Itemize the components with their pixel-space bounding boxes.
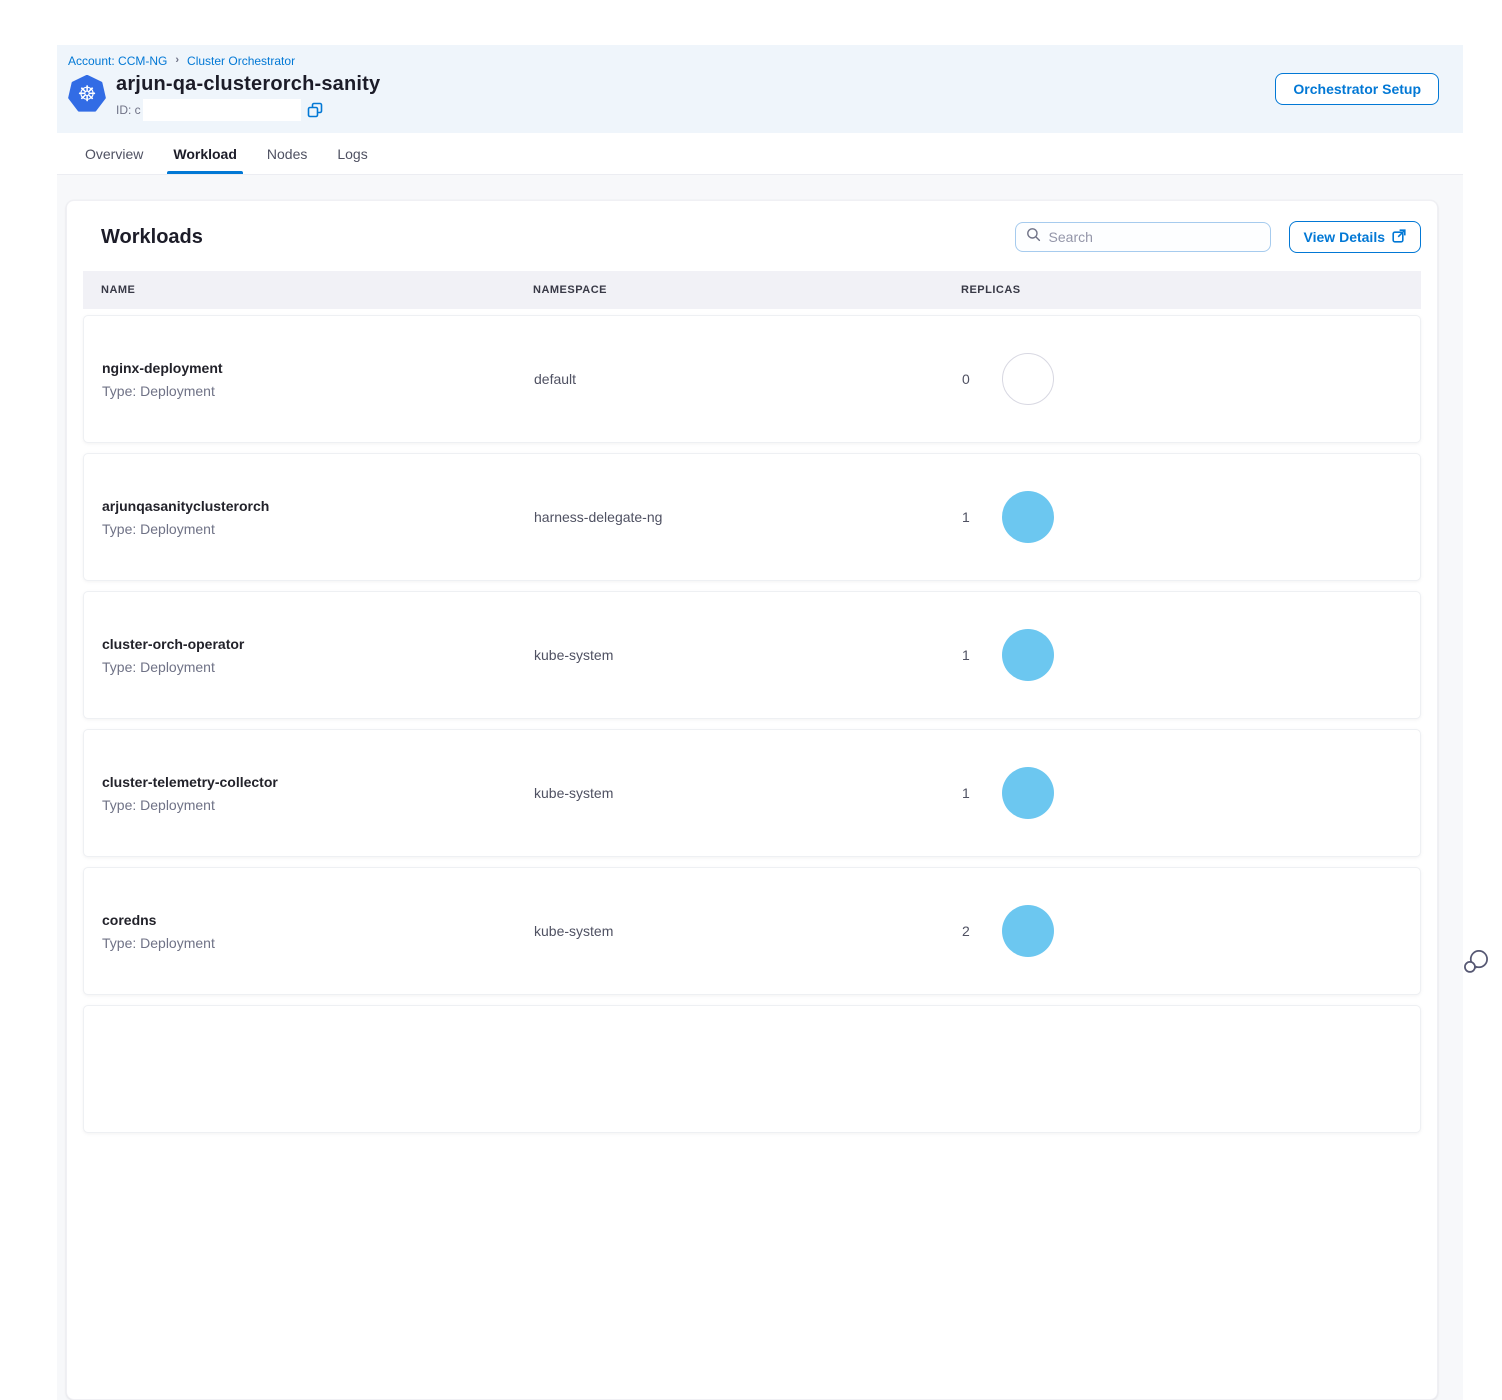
replica-count: 2: [962, 923, 970, 939]
breadcrumb-chevron-icon: ›: [175, 54, 179, 66]
workload-type: Type: Deployment: [102, 797, 534, 813]
workload-namespace: kube-system: [534, 923, 962, 939]
workload-namespace: default: [534, 371, 962, 387]
app-frame: Account: CCM-NG › Cluster Orchestrator ☸…: [57, 45, 1463, 1036]
workload-name: cluster-orch-operator: [102, 636, 534, 652]
search-box[interactable]: [1015, 222, 1271, 252]
tab-bar: Overview Workload Nodes Logs: [57, 133, 1463, 175]
breadcrumb: Account: CCM-NG › Cluster Orchestrator: [68, 54, 1439, 68]
table-row[interactable]: nginx-deployment Type: Deployment defaul…: [83, 315, 1421, 443]
workload-type: Type: Deployment: [102, 383, 534, 399]
workload-type: Type: Deployment: [102, 521, 534, 537]
table-row-partial[interactable]: [83, 1005, 1421, 1133]
workload-name: arjunqasanityclusterorch: [102, 498, 534, 514]
orchestrator-setup-button[interactable]: Orchestrator Setup: [1275, 73, 1439, 105]
content-area: Workloads View Details: [57, 175, 1463, 1400]
column-header-name: NAME: [83, 284, 533, 296]
external-link-icon: [1392, 229, 1406, 246]
replica-status-circle: [1002, 353, 1054, 405]
table-row[interactable]: arjunqasanityclusterorch Type: Deploymen…: [83, 453, 1421, 581]
workloads-title: Workloads: [101, 226, 203, 249]
table-header: NAME NAMESPACE REPLICAS: [83, 271, 1421, 309]
cluster-header: Account: CCM-NG › Cluster Orchestrator ☸…: [57, 45, 1463, 133]
workload-namespace: kube-system: [534, 647, 962, 663]
view-details-button[interactable]: View Details: [1289, 221, 1421, 253]
workload-name: nginx-deployment: [102, 360, 534, 376]
tab-nodes[interactable]: Nodes: [267, 133, 307, 174]
breadcrumb-section-link[interactable]: Cluster Orchestrator: [187, 54, 295, 68]
table-row[interactable]: cluster-telemetry-collector Type: Deploy…: [83, 729, 1421, 857]
replica-status-circle: [1002, 905, 1054, 957]
workload-name: coredns: [102, 912, 534, 928]
table-row[interactable]: cluster-orch-operator Type: Deployment k…: [83, 591, 1421, 719]
workload-rows: nginx-deployment Type: Deployment defaul…: [83, 315, 1421, 1133]
replica-status-circle: [1002, 629, 1054, 681]
replica-status-circle: [1002, 491, 1054, 543]
workload-type: Type: Deployment: [102, 935, 534, 951]
breadcrumb-account-link[interactable]: Account: CCM-NG: [68, 54, 167, 68]
workload-name: cluster-telemetry-collector: [102, 774, 534, 790]
chat-help-icon[interactable]: [1462, 948, 1490, 976]
search-icon: [1026, 227, 1041, 247]
cluster-id-label: ID: c: [116, 103, 141, 117]
svg-text:☸: ☸: [77, 82, 96, 107]
tab-logs[interactable]: Logs: [337, 133, 367, 174]
replica-count: 0: [962, 371, 970, 387]
replica-count: 1: [962, 785, 970, 801]
cluster-id-redacted-value: [143, 99, 301, 121]
column-header-namespace: NAMESPACE: [533, 284, 961, 296]
replica-count: 1: [962, 647, 970, 663]
kubernetes-icon: ☸: [68, 75, 106, 113]
workload-type: Type: Deployment: [102, 659, 534, 675]
copy-icon[interactable]: [307, 102, 323, 118]
page-title: arjun-qa-clusterorch-sanity: [116, 73, 380, 96]
replica-status-circle: [1002, 767, 1054, 819]
column-header-replicas: REPLICAS: [961, 284, 1421, 296]
table-row[interactable]: coredns Type: Deployment kube-system 2: [83, 867, 1421, 995]
tab-overview[interactable]: Overview: [85, 133, 143, 174]
workload-namespace: kube-system: [534, 785, 962, 801]
tab-workload[interactable]: Workload: [173, 133, 237, 174]
workload-namespace: harness-delegate-ng: [534, 509, 962, 525]
search-input[interactable]: [1049, 229, 1260, 245]
replica-count: 1: [962, 509, 970, 525]
workloads-panel: Workloads View Details: [66, 200, 1438, 1400]
